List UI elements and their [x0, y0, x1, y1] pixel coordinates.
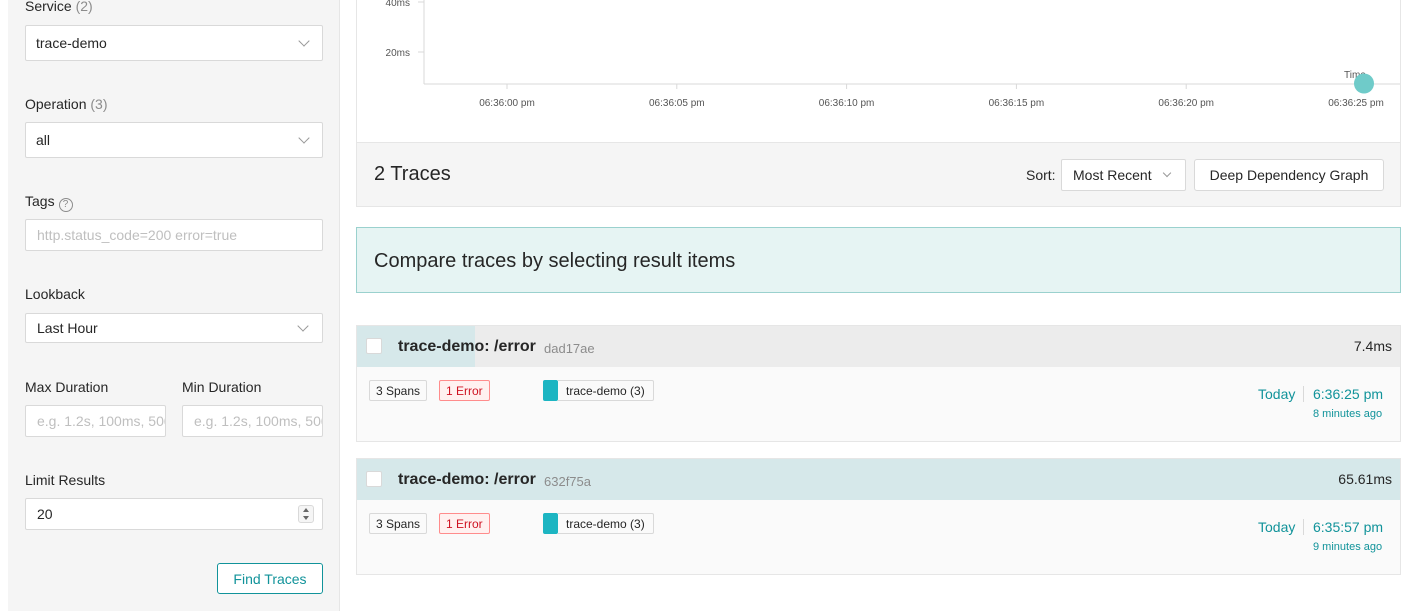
traces-scatter-chart: 40ms 20ms 06:36:00 pm 06:36:05 pm 06:36:10 …: [356, 0, 1401, 142]
divider: [1303, 519, 1304, 535]
trace-title[interactable]: trace-demo: /error: [398, 471, 536, 489]
tags-input-placeholder: http.status_code=200 error=true: [37, 227, 238, 243]
chevron-down-icon: [298, 131, 310, 144]
trace-select-checkbox[interactable]: [366, 471, 382, 487]
x-tick-label: 06:36:00 pm: [479, 98, 535, 109]
x-tick-label: 06:36:10 pm: [819, 98, 875, 109]
trace-title[interactable]: trace-demo: /error: [398, 338, 536, 356]
compare-traces-text: Compare traces by selecting result items: [374, 250, 736, 272]
service-color-swatch: [543, 513, 558, 534]
sort-select[interactable]: Most Recent: [1061, 159, 1186, 191]
trace-header: trace-demo: /error dad17ae 7.4ms: [357, 326, 1400, 367]
max-duration-label: Max Duration: [25, 379, 109, 395]
span-count-badge: 3 Spans: [369, 380, 428, 401]
divider: [1303, 386, 1304, 402]
trace-start-time: 6:36:25 pm: [1313, 386, 1384, 402]
operation-select-value: all: [36, 132, 51, 148]
tags-label: Tags?: [25, 193, 73, 212]
x-tick-label: 06:36:20 pm: [1158, 98, 1214, 109]
tags-input[interactable]: http.status_code=200 error=true: [25, 219, 323, 251]
limit-results-label: Limit Results: [25, 472, 106, 488]
min-duration-placeholder: e.g. 1.2s, 100ms, 500us: [194, 413, 322, 429]
trace-point[interactable]: [1354, 73, 1374, 94]
chart-svg: 40ms 20ms 06:36:00 pm 06:36:05 pm 06:36:10 …: [386, 0, 1400, 109]
max-duration-placeholder: e.g. 1.2s, 100ms, 500us: [37, 413, 165, 429]
y-tick-label: 40ms: [386, 0, 410, 9]
lookback-label: Lookback: [25, 286, 85, 302]
trace-relative-time: 9 minutes ago: [1313, 541, 1383, 553]
max-duration-input[interactable]: e.g. 1.2s, 100ms, 500us: [25, 405, 166, 437]
trace-result-item[interactable]: trace-demo: /error dad17ae 7.4ms 3 Spans…: [356, 325, 1401, 442]
trace-header: trace-demo: /error 632f75a 65.61ms: [357, 459, 1400, 500]
service-label: Service (2): [25, 0, 93, 14]
service-select-value: trace-demo: [36, 35, 107, 51]
trace-duration: 65.61ms: [1338, 471, 1392, 487]
operation-select[interactable]: all: [25, 122, 323, 158]
x-tick-label: 06:36:25 pm: [1328, 98, 1384, 109]
search-sidebar: Service (2) trace-demo Operation (3) all…: [8, 0, 340, 611]
find-traces-button[interactable]: Find Traces: [217, 563, 323, 594]
operation-label: Operation (3): [25, 96, 108, 112]
trace-id: dad17ae: [544, 341, 595, 356]
sort-label: Sort:: [1026, 167, 1056, 183]
help-icon[interactable]: ?: [58, 198, 73, 212]
x-tick-label: 06:36:05 pm: [649, 98, 705, 109]
error-count-badge: 1 Error: [439, 380, 490, 401]
limit-results-value: 20: [37, 506, 53, 522]
lookback-select-value: Last Hour: [37, 320, 98, 336]
sort-select-value: Most Recent: [1073, 167, 1152, 183]
compare-traces-banner: Compare traces by selecting result items: [356, 227, 1401, 293]
limit-results-input[interactable]: 20: [25, 498, 323, 530]
service-color-swatch: [543, 380, 558, 401]
results-count-title: 2 Traces: [374, 163, 451, 185]
trace-date: Today: [1258, 519, 1296, 535]
chevron-down-icon: [298, 34, 310, 47]
service-tag: trace-demo (3): [558, 513, 654, 534]
trace-duration: 7.4ms: [1353, 338, 1392, 354]
service-select[interactable]: trace-demo: [25, 25, 323, 61]
y-tick-label: 20ms: [386, 48, 410, 59]
number-stepper-icon[interactable]: [298, 505, 314, 523]
trace-id: 632f75a: [544, 474, 591, 489]
span-count-badge: 3 Spans: [369, 513, 428, 534]
trace-date: Today: [1258, 386, 1296, 402]
lookback-select[interactable]: Last Hour: [25, 313, 323, 343]
results-header: 2 Traces Sort: Most Recent Deep Dependen…: [356, 142, 1401, 207]
min-duration-label: Min Duration: [182, 379, 262, 395]
trace-result-item[interactable]: trace-demo: /error 632f75a 65.61ms 3 Spa…: [356, 458, 1401, 575]
trace-relative-time: 8 minutes ago: [1313, 408, 1383, 420]
min-duration-input[interactable]: e.g. 1.2s, 100ms, 500us: [182, 405, 323, 437]
deep-dependency-graph-button[interactable]: Deep Dependency Graph: [1194, 159, 1384, 191]
trace-select-checkbox[interactable]: [366, 338, 382, 354]
chevron-down-icon: [297, 319, 309, 332]
error-count-badge: 1 Error: [439, 513, 490, 534]
service-tag: trace-demo (3): [558, 380, 654, 401]
chevron-down-icon: [1162, 168, 1172, 177]
x-tick-label: 06:36:15 pm: [989, 98, 1045, 109]
trace-start-time: 6:35:57 pm: [1313, 519, 1384, 535]
